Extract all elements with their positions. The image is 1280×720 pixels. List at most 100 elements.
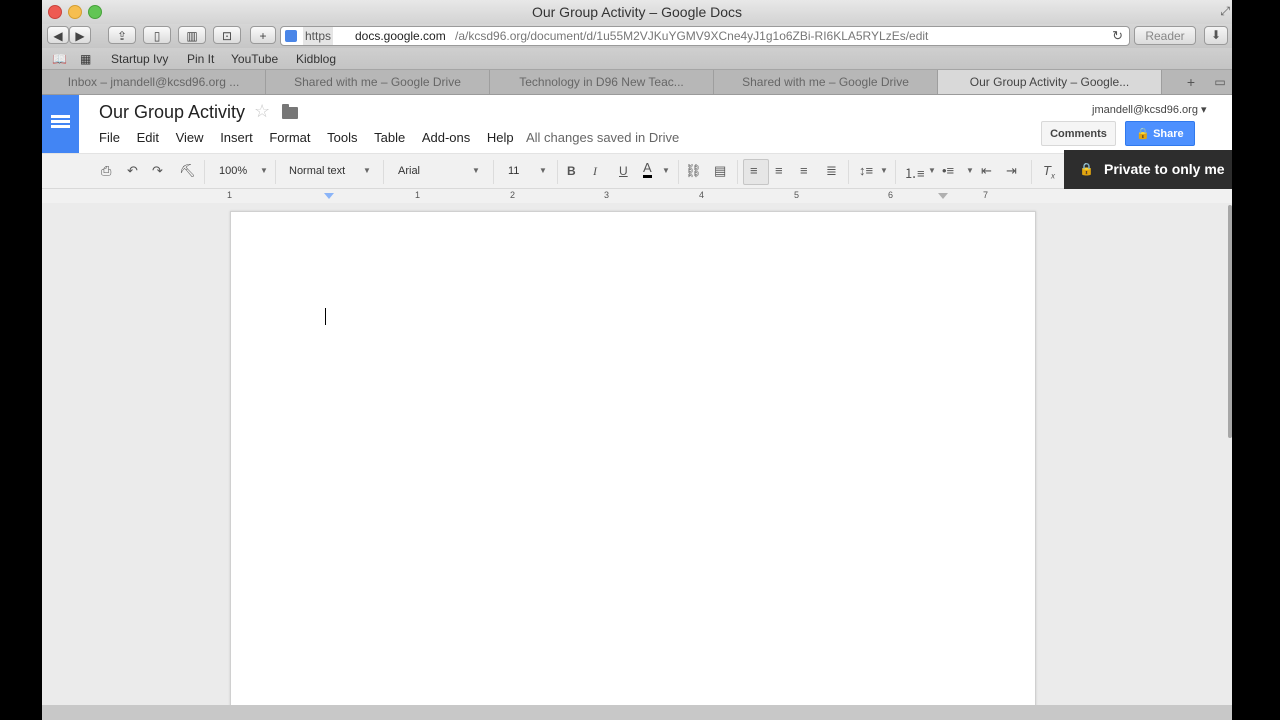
align-right-icon[interactable]: ≡	[800, 163, 808, 178]
docs-favicon-icon	[285, 30, 297, 42]
print-icon[interactable]: ⎙	[101, 163, 111, 179]
account-email: jmandell@kcsd96.org	[1092, 104, 1198, 116]
comments-button[interactable]: Comments	[1041, 121, 1116, 146]
bookmark-pin-it[interactable]: Pin It	[187, 52, 214, 66]
zoom-select[interactable]: 100%	[219, 165, 247, 177]
font-size-caret-icon: ▼	[539, 166, 547, 175]
left-indent-marker[interactable]	[324, 193, 334, 199]
text-color-button[interactable]: A	[643, 161, 652, 178]
browser-toolbar: ◀ ▶ ⇪ ▯ ▥ ⊡ + https docs.google.com /a/k…	[42, 24, 1232, 48]
reader-button[interactable]: Reader	[1134, 26, 1196, 45]
ruler-number: 2	[510, 190, 516, 200]
align-left-icon: ≡	[750, 163, 758, 178]
document-canvas	[42, 203, 1232, 720]
share-button[interactable]: 🔒 Share	[1125, 121, 1195, 146]
title-bar: Our Group Activity – Google Docs ⤢	[42, 0, 1232, 24]
top-sites-icon[interactable]: ▦	[80, 52, 91, 66]
reload-icon[interactable]: ↻	[1112, 27, 1123, 45]
back-button[interactable]: ◀	[47, 26, 69, 44]
ruler: 1 1 2 3 4 5 6 7	[42, 189, 1232, 204]
url-scheme: https	[303, 27, 334, 45]
bookmark-kidblog[interactable]: Kidblog	[296, 52, 336, 66]
numbered-list-caret-icon: ▼	[928, 166, 936, 175]
menu-edit[interactable]: Edit	[137, 130, 159, 145]
style-select[interactable]: Normal text	[289, 165, 345, 177]
tab-overview-icon[interactable]: ▭	[1208, 70, 1232, 94]
downloads-icon[interactable]: ⬇	[1204, 26, 1228, 45]
link-icon[interactable]: ⛓	[685, 163, 702, 179]
menu-help[interactable]: Help	[487, 130, 514, 145]
ruler-number: 6	[888, 190, 894, 200]
numbered-list-icon[interactable]: ⒈≡	[904, 163, 925, 182]
star-icon[interactable]: ☆	[254, 101, 270, 122]
tab-bar: Inbox – jmandell@kcsd96.org ... Shared w…	[42, 70, 1232, 95]
share-tooltip-text: Private to only me	[1104, 161, 1225, 177]
scrollbar-thumb[interactable]	[1228, 205, 1232, 438]
new-tab-button[interactable]: +	[250, 26, 276, 44]
italic-button[interactable]: I	[593, 164, 597, 179]
menu-view[interactable]: View	[176, 130, 204, 145]
share-tooltip: 🔒 Private to only me	[1064, 150, 1232, 189]
ruler-number: 5	[794, 190, 800, 200]
url-host: docs.google.com	[355, 29, 446, 43]
share-label: Share	[1153, 128, 1184, 140]
zoom-caret-icon: ▼	[260, 166, 268, 175]
menu-file[interactable]: File	[99, 130, 120, 145]
bulleted-list-icon[interactable]: •≡	[942, 163, 954, 178]
align-justify-icon[interactable]: ≣	[826, 163, 837, 179]
comment-icon[interactable]: ▤	[714, 163, 726, 179]
bookmarks-book-icon[interactable]: 📖	[52, 52, 67, 66]
menu-table[interactable]: Table	[374, 130, 405, 145]
reading-list-icon[interactable]: ▥	[178, 26, 206, 44]
tab-our-group-activity[interactable]: Our Group Activity – Google...	[938, 70, 1162, 94]
bulleted-list-caret-icon: ▼	[966, 166, 974, 175]
paint-format-icon[interactable]: ⛏	[179, 163, 196, 179]
share-page-icon[interactable]: ⇪	[108, 26, 136, 44]
fullscreen-icon[interactable]: ⤢	[1220, 4, 1230, 19]
format-toolbar: ⎙ ↶ ↷ ⛏ 100% ▼ Normal text ▼ Arial ▼ 11 …	[42, 153, 1232, 189]
underline-button[interactable]: U	[619, 164, 628, 178]
bookmark-youtube[interactable]: YouTube	[231, 52, 278, 66]
undo-icon[interactable]: ↶	[127, 163, 138, 179]
docs-home-icon[interactable]	[42, 95, 79, 153]
font-size-select[interactable]: 11	[508, 165, 519, 177]
decrease-indent-icon[interactable]: ⇤	[981, 163, 992, 179]
font-select[interactable]: Arial	[398, 165, 420, 177]
menu-format[interactable]: Format	[269, 130, 310, 145]
ruler-number: 7	[983, 190, 989, 200]
text-cursor	[325, 308, 326, 325]
lock-icon: 🔒	[1079, 162, 1094, 176]
document-page[interactable]	[230, 211, 1036, 720]
account-switcher[interactable]: jmandell@kcsd96.org ▾	[1092, 103, 1207, 116]
tab-technology-d96[interactable]: Technology in D96 New Teac...	[490, 70, 714, 94]
bold-button[interactable]: B	[567, 164, 576, 178]
forward-button[interactable]: ▶	[69, 26, 91, 44]
status-bar	[42, 705, 1232, 720]
tab-shared-with-me-2[interactable]: Shared with me – Google Drive	[714, 70, 938, 94]
clear-formatting-icon[interactable]: Tx	[1043, 163, 1055, 181]
docs-header: Our Group Activity ☆ File Edit View Inse…	[42, 95, 1232, 153]
sidebar-icon[interactable]: ▯	[143, 26, 171, 44]
line-spacing-icon[interactable]: ↕≡	[859, 163, 873, 178]
tab-shared-with-me[interactable]: Shared with me – Google Drive	[266, 70, 490, 94]
url-path: /a/kcsd96.org/document/d/1u55M2VJKuYGMV9…	[455, 29, 929, 43]
align-center-icon[interactable]: ≡	[775, 163, 783, 178]
ruler-number: 4	[699, 190, 705, 200]
pin-icon[interactable]: ⊡	[213, 26, 241, 44]
menu-insert[interactable]: Insert	[220, 130, 253, 145]
lock-icon: 🔒	[1136, 128, 1151, 140]
menu-add-ons[interactable]: Add-ons	[422, 130, 470, 145]
style-caret-icon: ▼	[363, 166, 371, 175]
right-indent-marker[interactable]	[938, 193, 948, 199]
increase-indent-icon[interactable]: ⇥	[1006, 163, 1017, 179]
tab-inbox[interactable]: Inbox – jmandell@kcsd96.org ...	[42, 70, 266, 94]
address-bar[interactable]: https docs.google.com /a/kcsd96.org/docu…	[280, 26, 1130, 46]
folder-icon[interactable]	[282, 104, 298, 119]
redo-icon[interactable]: ↷	[152, 163, 163, 179]
bookmark-startup-ivy[interactable]: Startup Ivy	[111, 52, 168, 66]
document-title[interactable]: Our Group Activity	[99, 102, 245, 123]
menu-tools[interactable]: Tools	[327, 130, 357, 145]
add-tab-icon[interactable]: +	[1178, 70, 1204, 94]
window-title: Our Group Activity – Google Docs	[531, 4, 743, 20]
ruler-number: 1	[415, 190, 421, 200]
